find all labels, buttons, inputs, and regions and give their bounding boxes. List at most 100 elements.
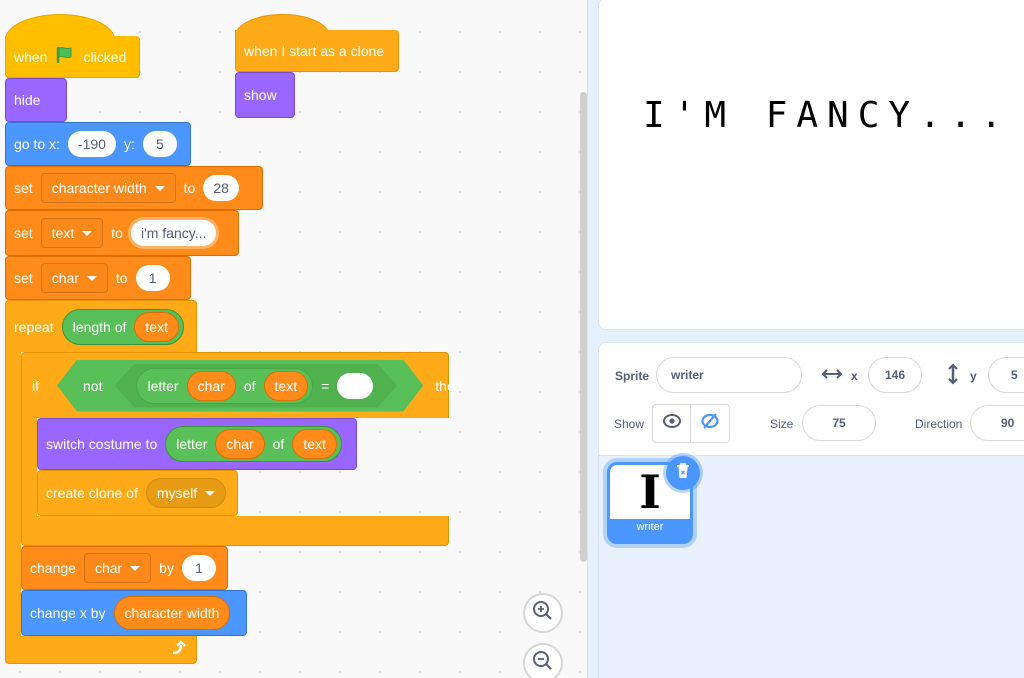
vertical-scrollbar[interactable] [580, 92, 587, 562]
hide-block[interactable]: hide [5, 78, 67, 122]
if-arm [21, 416, 37, 518]
switch-costume-block[interactable]: switch costume to letter char of text [37, 418, 357, 470]
block-text: y: [123, 136, 135, 152]
zoom-out-icon [532, 650, 554, 677]
hide-button[interactable] [691, 405, 729, 442]
zoom-in-button[interactable] [523, 593, 563, 633]
dropdown-value: char [94, 560, 123, 576]
code-area[interactable]: when clicked hide go to x: -190 y: 5 set… [0, 0, 588, 678]
length-of-reporter[interactable]: length of text [61, 308, 184, 345]
block-text: length of [72, 318, 127, 335]
text-variable[interactable]: text [134, 311, 179, 342]
block-text: to [183, 180, 196, 196]
y-position-input[interactable]: 5 [988, 357, 1024, 393]
delete-sprite-button[interactable] [666, 456, 700, 490]
caret-down-icon [82, 230, 93, 236]
caret-down-icon [86, 275, 97, 281]
show-label: Show [614, 417, 645, 431]
when-flag-clicked-block[interactable]: when clicked [5, 36, 140, 78]
text-variable[interactable]: text [264, 371, 309, 401]
block-text: of [243, 377, 256, 394]
x-arrows-icon [821, 367, 843, 386]
block-text: to [111, 225, 123, 241]
variable-dropdown[interactable]: char [83, 553, 152, 583]
block-text: not [83, 377, 103, 394]
block-text: hide [14, 92, 41, 108]
caret-down-icon [130, 565, 141, 571]
block-text: clicked [83, 48, 127, 65]
direction-label: Direction [915, 417, 963, 431]
when-i-start-as-clone-block[interactable]: when I start as a clone [235, 30, 399, 72]
y-input[interactable]: 5 [142, 131, 177, 157]
value-input[interactable]: 28 [203, 175, 239, 201]
change-char-block[interactable]: change char by 1 [21, 546, 228, 590]
block-text: if [32, 377, 39, 394]
if-footer [21, 516, 449, 546]
go-to-xy-block[interactable]: go to x: -190 y: 5 [5, 122, 191, 166]
eye-slash-icon [701, 413, 719, 434]
block-text: go to x: [14, 136, 60, 152]
value-input[interactable]: 1 [135, 265, 170, 291]
block-text: repeat [14, 318, 54, 335]
block-text: then [435, 377, 463, 394]
create-clone-block[interactable]: create clone of myself [37, 470, 238, 516]
loop-arrow-icon [170, 640, 186, 659]
stage-rendered-text: I'M FANCY... [643, 95, 1012, 136]
block-text: set [14, 225, 33, 241]
if-header[interactable]: if not letter char of text = then [21, 352, 463, 418]
block-text: to [115, 270, 128, 286]
block-text: letter [176, 436, 208, 452]
letter-of-reporter[interactable]: letter char of text [165, 426, 342, 462]
letter-of-reporter[interactable]: letter char of text [136, 368, 313, 404]
sprite-tile-name: writer [636, 521, 664, 533]
caret-down-icon [205, 490, 216, 496]
value-input[interactable]: 1 [181, 555, 216, 581]
green-flag-icon [55, 45, 75, 68]
dropdown-value: character width [51, 180, 147, 196]
clone-target-dropdown[interactable]: myself [145, 478, 227, 508]
x-position-input[interactable]: 146 [868, 357, 922, 393]
character-width-variable[interactable]: character width [113, 596, 231, 630]
caret-down-icon [154, 185, 165, 191]
block-text: by [159, 560, 174, 576]
stage[interactable]: I'M FANCY... [598, 0, 1024, 330]
y-arrows-icon [947, 363, 959, 390]
block-text: set [14, 180, 33, 196]
set-text-block[interactable]: set text to i'm fancy... [5, 210, 239, 256]
zoom-out-button[interactable] [523, 643, 563, 678]
block-text: change [30, 560, 76, 576]
block-text: letter [147, 377, 179, 394]
text-variable[interactable]: text [292, 429, 337, 459]
repeat-header[interactable]: repeat length of text [5, 300, 197, 352]
variable-dropdown[interactable]: char [40, 263, 108, 293]
char-variable[interactable]: char [187, 371, 236, 401]
value-input[interactable]: i'm fancy... [130, 220, 217, 246]
variable-dropdown[interactable]: character width [40, 173, 176, 203]
set-char-block[interactable]: set char to 1 [5, 256, 191, 300]
set-character-width-block[interactable]: set character width to 28 [5, 166, 263, 210]
change-x-block[interactable]: change x by character width [21, 590, 247, 636]
zoom-in-icon [532, 600, 554, 627]
char-variable[interactable]: char [215, 429, 265, 459]
compare-input[interactable] [337, 373, 373, 399]
direction-input[interactable]: 90 [970, 405, 1024, 441]
not-operator[interactable]: not letter char of text = [57, 360, 423, 412]
repeat-footer [5, 636, 197, 664]
visibility-toggle [652, 404, 730, 443]
size-input[interactable]: 75 [802, 405, 876, 441]
show-button[interactable] [653, 405, 691, 442]
block-text: create clone of [46, 485, 138, 501]
sprite-name-input[interactable]: writer [656, 357, 802, 393]
block-text: of [272, 436, 285, 452]
sprite-info-panel: Sprite writer x 146 y 5 Show Size 75 Dir… [598, 342, 1024, 456]
show-block[interactable]: show [235, 72, 295, 118]
sprite-label: Sprite [615, 369, 650, 383]
dropdown-value: text [51, 225, 75, 241]
block-text: when [14, 48, 48, 65]
repeat-arm [5, 350, 21, 640]
dropdown-value: char [51, 270, 79, 286]
x-input[interactable]: -190 [67, 131, 116, 157]
block-text: switch costume to [46, 436, 158, 452]
variable-dropdown[interactable]: text [40, 218, 104, 248]
equals-operator[interactable]: letter char of text = [114, 364, 397, 408]
